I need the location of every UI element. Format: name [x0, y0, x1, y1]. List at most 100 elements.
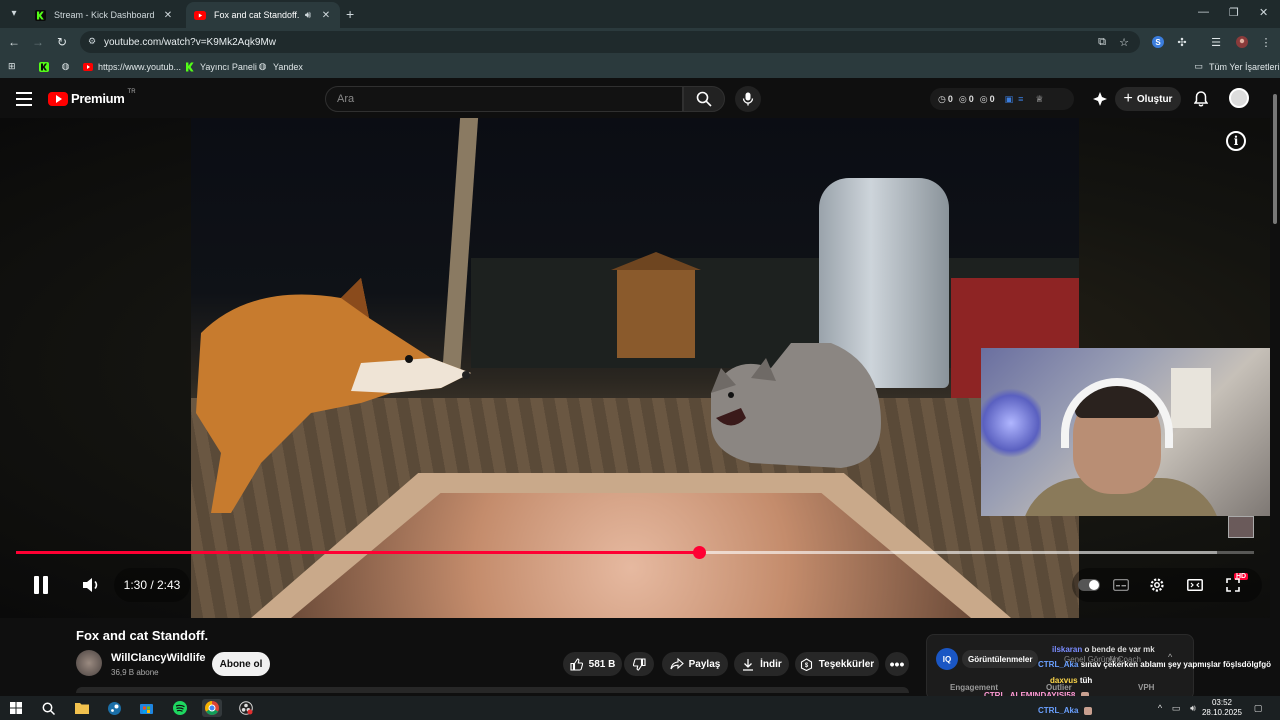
browser-tab-strip: ▾ Stream - Kick Dashboard ✕ Fox and cat …	[0, 0, 1280, 28]
thanks-button[interactable]: $ Teşekkürler	[795, 652, 879, 676]
more-actions-button[interactable]: •••	[885, 652, 909, 676]
video-player[interactable]: i 1:30 / 2:43 HD	[0, 118, 1270, 618]
share-button[interactable]: Paylaş	[662, 652, 728, 676]
all-bookmarks-folder[interactable]: ▭ Tüm Yer İşaretleri	[1193, 61, 1279, 72]
chrome-icon[interactable]	[202, 699, 222, 717]
chat-username: daxvus	[1050, 676, 1078, 685]
dislike-button[interactable]	[624, 652, 654, 676]
site-info-icon[interactable]: ⚙	[88, 36, 100, 48]
cast-icon[interactable]: ⧉	[1094, 34, 1110, 50]
bookmark-label: https://www.youtub...	[98, 61, 182, 72]
tab-close-icon[interactable]: ✕	[162, 10, 174, 21]
chat-text: sınav çekerken ablamı şey yapmışlar föşl…	[1080, 660, 1271, 669]
bookmark-yayinci-paneli[interactable]: Yayıncı Paneli	[184, 61, 257, 72]
chat-badge-icon	[1083, 706, 1092, 715]
pause-button[interactable]	[24, 568, 58, 602]
sparkle-ai-icon[interactable]	[1090, 89, 1110, 109]
steam-icon[interactable]	[104, 699, 124, 717]
progress-bar[interactable]	[16, 546, 1254, 559]
page-scrollbar[interactable]	[1270, 80, 1280, 700]
bookmarks-bar: ⊞ ◍ https://www.youtub... Yayıncı Paneli…	[0, 56, 1280, 78]
search-button[interactable]	[683, 86, 725, 112]
youtube-premium-logo[interactable]: Premium TR	[48, 89, 136, 106]
chat-message: daxvus tüh	[1050, 676, 1092, 685]
tab-title: Stream - Kick Dashboard	[54, 10, 155, 20]
scrollbar-thumb[interactable]	[1273, 94, 1277, 224]
windows-start-icon[interactable]	[6, 699, 26, 717]
obs-recording-icon[interactable]	[236, 699, 256, 717]
subscribe-button[interactable]: Abone ol	[212, 652, 270, 676]
extensions-puzzle-icon[interactable]: ✣	[1174, 34, 1190, 50]
spotify-icon[interactable]	[170, 699, 190, 717]
svg-text:$: $	[805, 663, 809, 669]
download-button[interactable]: İndir	[734, 652, 789, 676]
fullscreen-icon[interactable]	[1224, 577, 1242, 593]
autoplay-toggle[interactable]	[1078, 579, 1100, 591]
thumbs-up-icon	[570, 657, 584, 671]
iq-logo-icon[interactable]: IQ	[936, 648, 958, 670]
reading-list-icon[interactable]: ☰	[1208, 34, 1224, 50]
bookmark-globe[interactable]: ◍	[60, 61, 71, 72]
menu-hamburger-icon[interactable]	[16, 92, 32, 106]
tab-kick-dashboard[interactable]: Stream - Kick Dashboard ✕	[26, 2, 182, 28]
window-close-icon[interactable]: ✕	[1259, 6, 1268, 19]
network-icon[interactable]: ▭	[1169, 701, 1183, 715]
volume-icon[interactable]: 🔊︎	[1186, 701, 1200, 715]
tab-search-icon[interactable]: ▾	[6, 5, 22, 21]
clock-date: 28.10.2025	[1201, 708, 1243, 717]
logo-text: Premium	[71, 91, 125, 106]
video-frame	[191, 118, 1079, 618]
address-bar[interactable]: ⚙ youtube.com/watch?v=K9Mk2Aqk9Mw	[80, 31, 1140, 53]
subtitles-icon[interactable]	[1112, 577, 1130, 593]
extension-stats-group[interactable]: ◷ 0 ◎ 0 ◎ 0 ▣ ≡ ♕	[930, 88, 1074, 110]
voice-search-button[interactable]	[735, 86, 761, 112]
tab-title: Fox and cat Standoff. - YouT	[214, 10, 302, 20]
channel-name[interactable]: WillClancyWildlife	[111, 652, 206, 664]
notifications-bell-icon[interactable]	[1191, 89, 1211, 109]
extension-s-icon[interactable]: S	[1150, 34, 1166, 50]
bookmark-youtube[interactable]: https://www.youtub...	[82, 61, 181, 72]
bookmark-star-icon[interactable]: ☆	[1116, 34, 1132, 50]
system-clock[interactable]: 03:52 28.10.2025	[1200, 698, 1244, 718]
description-box[interactable]	[76, 687, 909, 693]
reload-icon[interactable]: ↻	[54, 34, 70, 50]
back-icon[interactable]: ←	[6, 34, 22, 50]
notification-center-icon[interactable]: ▢	[1251, 701, 1265, 715]
chat-username: CTRL_Aka	[1038, 660, 1079, 669]
create-button[interactable]: + Oluştur	[1115, 87, 1181, 111]
apps-grid-icon[interactable]: ⊞	[8, 61, 16, 72]
tray-expand-icon[interactable]: ^	[1153, 701, 1167, 715]
volume-button[interactable]	[74, 568, 108, 602]
cat-figure	[711, 343, 881, 468]
forward-icon[interactable]: →	[30, 34, 46, 50]
info-icon[interactable]: i	[1226, 131, 1246, 151]
file-explorer-icon[interactable]	[72, 699, 92, 717]
minimize-icon[interactable]: —	[1198, 6, 1209, 18]
bookmark-kick[interactable]	[38, 61, 49, 72]
thumbs-down-icon	[632, 657, 646, 671]
restore-icon[interactable]: ❐	[1229, 6, 1239, 19]
channel-avatar[interactable]	[76, 650, 102, 676]
bookmark-yandex[interactable]: ◍ Yandex	[257, 61, 303, 72]
new-tab-button[interactable]: +	[346, 6, 354, 22]
ext-tab-views[interactable]: Görüntülenmeler	[962, 650, 1039, 668]
search-input[interactable]: Ara	[325, 86, 683, 112]
youtube-logo-icon	[48, 91, 68, 106]
store-icon[interactable]	[136, 699, 156, 717]
bookmark-label: Yandex	[273, 61, 303, 72]
like-button[interactable]: 581 B	[563, 652, 622, 676]
bookmark-label: Yayıncı Paneli	[200, 61, 257, 72]
ext-count-2: 0	[968, 94, 974, 104]
settings-gear-icon[interactable]: HD	[1148, 573, 1249, 593]
theater-mode-icon[interactable]	[1186, 577, 1204, 593]
browser-menu-icon[interactable]: ⋮	[1258, 34, 1274, 50]
time-text: 1:30 / 2:43	[123, 578, 181, 592]
subscriber-count: 36,9 B abone	[111, 668, 159, 677]
speaker-icon[interactable]: 🔊︎	[302, 10, 314, 21]
account-avatar[interactable]	[1229, 88, 1249, 108]
profile-avatar-icon[interactable]	[1234, 34, 1250, 50]
tab-youtube-video[interactable]: Fox and cat Standoff. - YouT 🔊︎ ✕	[186, 2, 340, 28]
search-icon[interactable]	[38, 699, 58, 717]
tab-close-icon[interactable]: ✕	[320, 10, 332, 21]
trophy-icon: ♕	[1035, 93, 1044, 104]
